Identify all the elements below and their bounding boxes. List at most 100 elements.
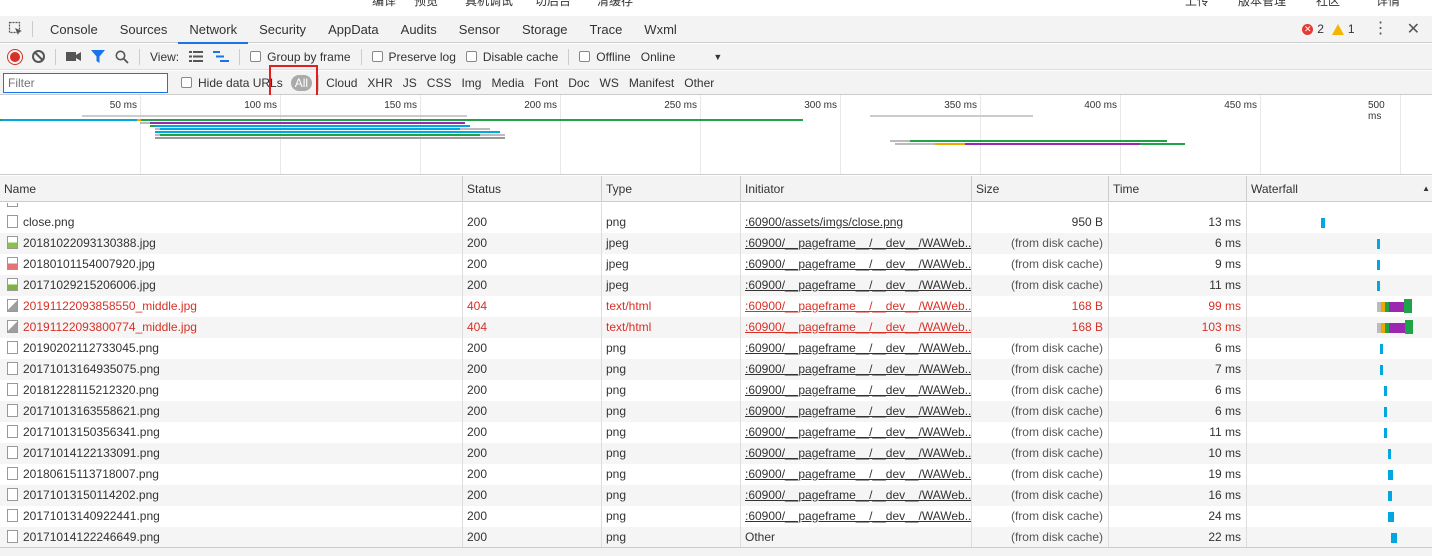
initiator-link[interactable]: :60900/__pageframe__/__dev__/WAWeb... xyxy=(745,257,971,271)
table-row[interactable]: 20191122093800774_middle.jpg 404 text/html… xyxy=(0,317,1432,338)
offline-checkbox[interactable]: Offline xyxy=(579,50,631,64)
request-name[interactable]: 20180101154007920.jpg xyxy=(23,257,155,271)
top-menu-item[interactable]: 版本管理 xyxy=(1238,0,1286,9)
record-button[interactable] xyxy=(8,49,22,64)
request-name[interactable]: 20190202112733045.png xyxy=(23,341,159,355)
clear-button[interactable] xyxy=(32,50,45,63)
type-filter-cloud[interactable]: Cloud xyxy=(326,76,357,90)
cell-initiator[interactable]: :60900/__pageframe__/__dev__/WAWeb... xyxy=(741,443,972,464)
table-row[interactable]: close.png 200 png:60900/assets/imgs/close.… xyxy=(0,212,1432,233)
type-filter-css[interactable]: CSS xyxy=(427,76,452,90)
request-name[interactable]: close.png xyxy=(23,215,74,229)
throttling-select[interactable]: Online ▼ xyxy=(641,50,723,64)
initiator-link[interactable]: :60900/__pageframe__/__dev__/WAWeb... xyxy=(745,488,971,502)
initiator-link[interactable]: :60900/__pageframe__/__dev__/WAWeb... xyxy=(745,362,971,376)
initiator-link[interactable]: :60900/assets/imgs/close.png xyxy=(745,215,903,229)
request-name[interactable]: 20171014122246649.png xyxy=(23,530,160,544)
tab-sources[interactable]: Sources xyxy=(109,16,179,43)
status-indicators[interactable]: ✕ 2 1 ⋮ ✕ xyxy=(1302,19,1432,39)
search-icon[interactable] xyxy=(115,50,129,64)
cell-initiator[interactable]: :60900/__pageframe__/__dev__/WAWeb... xyxy=(741,254,972,275)
initiator-link[interactable]: :60900/__pageframe__/__dev__/WAWeb... xyxy=(745,509,971,523)
request-name[interactable]: 20171013150114202.png xyxy=(23,488,159,502)
type-filter-media[interactable]: Media xyxy=(491,76,524,90)
request-name[interactable]: 20171014122133091.png xyxy=(23,446,160,460)
type-filter-font[interactable]: Font xyxy=(534,76,558,90)
tab-sensor[interactable]: Sensor xyxy=(448,16,511,43)
table-row[interactable]: 20171013164935075.png 200 png:60900/__page… xyxy=(0,359,1432,380)
initiator-link[interactable]: :60900/__pageframe__/__dev__/WAWeb... xyxy=(745,341,971,355)
top-menu-item[interactable]: 编译 xyxy=(372,0,396,9)
hide-data-urls-checkbox[interactable]: Hide data URLs xyxy=(181,76,283,90)
initiator-link[interactable]: :60900/__pageframe__/__dev__/WAWeb... xyxy=(745,383,971,397)
table-row[interactable]: 20171013150356341.png 200 png:60900/__page… xyxy=(0,422,1432,443)
initiator-link[interactable]: :60900/__pageframe__/__dev__/WAWeb... xyxy=(745,236,971,250)
request-name[interactable]: 20181228115212320.png xyxy=(23,383,159,397)
more-options-icon[interactable]: ⋮ xyxy=(1373,21,1389,37)
cell-initiator[interactable]: :60900/__pageframe__/__dev__/WAWeb... xyxy=(741,464,972,485)
column-size[interactable]: Size xyxy=(972,176,1109,202)
cell-initiator[interactable]: :60900/__pageframe__/__dev__/WAWeb... xyxy=(741,401,972,422)
cell-initiator[interactable]: :60900/__pageframe__/__dev__/WAWeb... xyxy=(741,359,972,380)
close-icon[interactable]: ✕ xyxy=(1407,19,1420,39)
type-filter-manifest[interactable]: Manifest xyxy=(629,76,674,90)
column-waterfall[interactable]: Waterfall ▲ xyxy=(1247,176,1432,202)
tab-appdata[interactable]: AppData xyxy=(317,16,390,43)
type-filter-js[interactable]: JS xyxy=(403,76,417,90)
column-status[interactable]: Status xyxy=(463,176,602,202)
request-name[interactable]: 20171013140922441.png xyxy=(23,509,160,523)
table-row[interactable]: 20171014122246649.png 200 png Other (from di… xyxy=(0,527,1432,547)
request-name[interactable]: 20171013163558621.png xyxy=(23,404,160,418)
table-row-partial[interactable] xyxy=(0,203,1432,212)
tab-trace[interactable]: Trace xyxy=(579,16,634,43)
overview-waterfall-icon[interactable] xyxy=(213,51,230,62)
top-menu-item[interactable]: 清缓存 xyxy=(597,0,633,9)
group-by-frame-checkbox[interactable]: Group by frame xyxy=(250,50,351,64)
column-initiator[interactable]: Initiator xyxy=(741,176,972,202)
table-row[interactable]: 20171013163558621.png 200 png:60900/__page… xyxy=(0,401,1432,422)
request-name[interactable]: 20171013150356341.png xyxy=(23,425,160,439)
column-type[interactable]: Type xyxy=(602,176,741,202)
request-name[interactable]: 20180615113718007.png xyxy=(23,467,159,481)
initiator-link[interactable]: :60900/__pageframe__/__dev__/WAWeb... xyxy=(745,320,971,334)
table-row[interactable]: 20171013140922441.png 200 png:60900/__page… xyxy=(0,506,1432,527)
table-row[interactable]: 20191122093858550_middle.jpg 404 text/html… xyxy=(0,296,1432,317)
capture-screenshots-icon[interactable] xyxy=(66,51,81,62)
type-filter-doc[interactable]: Doc xyxy=(568,76,589,90)
disable-cache-checkbox[interactable]: Disable cache xyxy=(465,50,558,64)
type-filter-ws[interactable]: WS xyxy=(600,76,619,90)
table-row[interactable]: 20190202112733045.png 200 png:60900/__page… xyxy=(0,338,1432,359)
request-name[interactable]: 20191122093858550_middle.jpg xyxy=(23,299,197,313)
table-row[interactable]: 20181228115212320.png 200 png:60900/__page… xyxy=(0,380,1432,401)
large-rows-icon[interactable] xyxy=(189,51,204,62)
type-filter-img[interactable]: Img xyxy=(461,76,481,90)
cell-initiator[interactable]: :60900/__pageframe__/__dev__/WAWeb... xyxy=(741,380,972,401)
initiator-link[interactable]: :60900/__pageframe__/__dev__/WAWeb... xyxy=(745,446,971,460)
filter-icon[interactable] xyxy=(91,50,105,63)
table-row[interactable]: 20171014122133091.png 200 png:60900/__page… xyxy=(0,443,1432,464)
request-name[interactable]: 20171029215206006.jpg xyxy=(23,278,156,292)
table-row[interactable]: 20171013150114202.png 200 png:60900/__page… xyxy=(0,485,1432,506)
tab-security[interactable]: Security xyxy=(248,16,317,43)
column-time[interactable]: Time xyxy=(1109,176,1247,202)
request-name[interactable]: 20181022093130388.jpg xyxy=(23,236,156,250)
cell-initiator[interactable]: :60900/__pageframe__/__dev__/WAWeb... xyxy=(741,485,972,506)
cell-initiator[interactable]: :60900/assets/imgs/close.png xyxy=(741,212,972,233)
tab-console[interactable]: Console xyxy=(39,16,109,43)
top-menu-item[interactable]: 社区 xyxy=(1316,0,1340,9)
initiator-link[interactable]: :60900/__pageframe__/__dev__/WAWeb... xyxy=(745,299,971,313)
tab-wxml[interactable]: Wxml xyxy=(633,16,688,43)
cell-initiator[interactable]: :60900/__pageframe__/__dev__/WAWeb... xyxy=(741,338,972,359)
tab-audits[interactable]: Audits xyxy=(390,16,448,43)
request-name[interactable]: 20191122093800774_middle.jpg xyxy=(23,320,197,334)
table-row[interactable]: 20181022093130388.jpg 200 jpeg:60900/__pag… xyxy=(0,233,1432,254)
preserve-log-checkbox[interactable]: Preserve log xyxy=(371,50,456,64)
cell-initiator[interactable]: :60900/__pageframe__/__dev__/WAWeb... xyxy=(741,275,972,296)
top-menu-item[interactable]: 切后台 xyxy=(535,0,571,9)
initiator-link[interactable]: :60900/__pageframe__/__dev__/WAWeb... xyxy=(745,467,971,481)
cell-initiator[interactable]: :60900/__pageframe__/__dev__/WAWeb... xyxy=(741,506,972,527)
request-name[interactable]: 20171013164935075.png xyxy=(23,362,160,376)
top-menu-item[interactable]: 详情 xyxy=(1376,0,1400,9)
inspect-element-button[interactable] xyxy=(0,16,32,43)
table-row[interactable]: 20171029215206006.jpg 200 jpeg:60900/__pag… xyxy=(0,275,1432,296)
